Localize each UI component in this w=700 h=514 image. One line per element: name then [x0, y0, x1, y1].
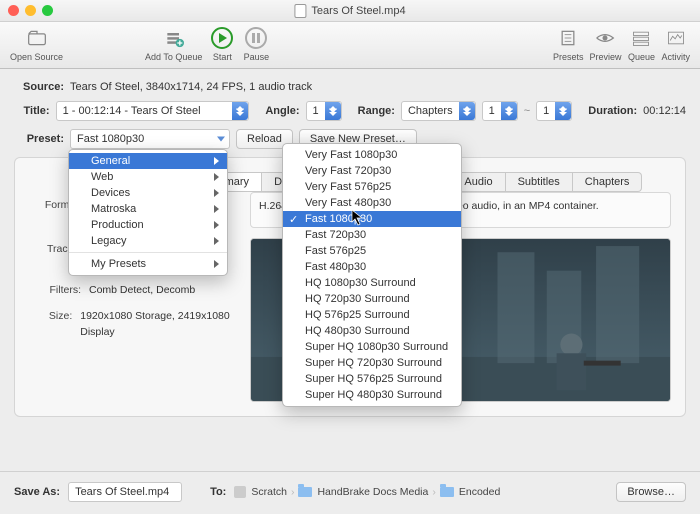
start-button[interactable]: Start — [208, 26, 236, 62]
range-mode-select[interactable]: Chapters — [401, 101, 476, 121]
folder-icon — [298, 487, 312, 497]
titlebar: Tears Of Steel.mp4 — [0, 0, 700, 22]
preset-category-item[interactable]: Devices — [69, 185, 227, 201]
preset-category-item[interactable]: Web — [69, 169, 227, 185]
document-icon — [294, 4, 306, 18]
preset-item[interactable]: Fast 1080p30 — [283, 211, 461, 227]
open-source-button[interactable]: Open Source — [10, 26, 63, 62]
pause-button[interactable]: Pause — [242, 26, 270, 62]
add-to-queue-button[interactable]: Add To Queue — [145, 26, 202, 62]
size-label: Size: — [33, 309, 72, 341]
minimize-window-button[interactable] — [25, 5, 36, 16]
toolbar: Open Source Add To Queue Start Pause Pre… — [0, 22, 700, 69]
preset-item[interactable]: HQ 720p30 Surround — [283, 291, 461, 307]
queue-button[interactable]: Queue — [627, 26, 655, 62]
preset-category-item[interactable]: General — [69, 153, 227, 169]
activity-button[interactable]: Activity — [661, 26, 690, 62]
presets-button[interactable]: Presets — [553, 26, 584, 62]
preset-item[interactable]: Super HQ 576p25 Surround — [283, 371, 461, 387]
source-label: Source: — [14, 81, 64, 93]
preset-item[interactable]: HQ 480p30 Surround — [283, 323, 461, 339]
destination-path[interactable]: Scratch › HandBrake Docs Media › Encoded — [234, 486, 500, 498]
preset-item[interactable]: HQ 1080p30 Surround — [283, 275, 461, 291]
filters-value: Comb Detect, Decomb — [89, 283, 195, 299]
angle-label: Angle: — [265, 105, 299, 117]
title-label: Title: — [14, 105, 50, 117]
preset-item[interactable]: Fast 576p25 — [283, 243, 461, 259]
tab-subtitles[interactable]: Subtitles — [506, 172, 573, 192]
range-to-select[interactable]: 1 — [536, 101, 572, 121]
preset-category-item[interactable]: Matroska — [69, 201, 227, 217]
preset-label: Preset: — [14, 133, 64, 145]
preset-item[interactable]: Fast 480p30 — [283, 259, 461, 275]
preset-category-menu[interactable]: GeneralWebDevicesMatroskaProductionLegac… — [68, 149, 228, 276]
range-label: Range: — [358, 105, 395, 117]
preset-item[interactable]: Super HQ 1080p30 Surround — [283, 339, 461, 355]
close-window-button[interactable] — [8, 5, 19, 16]
save-as-label: Save As: — [14, 486, 60, 498]
folder-icon — [440, 487, 454, 497]
title-select[interactable]: 1 - 00:12:14 - Tears Of Steel — [56, 101, 250, 121]
range-from-select[interactable]: 1 — [482, 101, 518, 121]
preset-my-presets[interactable]: My Presets — [69, 256, 227, 272]
duration-label: Duration: — [588, 105, 637, 117]
source-value: Tears Of Steel, 3840x1714, 24 FPS, 1 aud… — [70, 81, 312, 93]
preset-item[interactable]: Very Fast 480p30 — [283, 195, 461, 211]
preset-item[interactable]: Very Fast 576p25 — [283, 179, 461, 195]
preset-item[interactable]: Super HQ 720p30 Surround — [283, 355, 461, 371]
preset-item[interactable]: Very Fast 720p30 — [283, 163, 461, 179]
save-as-field[interactable]: Tears Of Steel.mp4 — [68, 482, 182, 502]
preset-select[interactable]: Fast 1080p30 — [70, 129, 230, 149]
preset-item[interactable]: HQ 576p25 Surround — [283, 307, 461, 323]
angle-select[interactable]: 1 — [306, 101, 342, 121]
filters-label: Filters: — [33, 283, 81, 299]
preset-category-item[interactable]: Production — [69, 217, 227, 233]
preview-button[interactable]: Preview — [589, 26, 621, 62]
preset-general-submenu[interactable]: Very Fast 1080p30Very Fast 720p30Very Fa… — [282, 143, 462, 407]
preset-item[interactable]: Super HQ 480p30 Surround — [283, 387, 461, 403]
size-value: 1920x1080 Storage, 2419x1080 Display — [80, 309, 233, 341]
window-title: Tears Of Steel.mp4 — [311, 5, 405, 17]
disk-icon — [234, 486, 246, 498]
browse-button[interactable]: Browse… — [616, 482, 686, 502]
zoom-window-button[interactable] — [42, 5, 53, 16]
preset-category-item[interactable]: Legacy — [69, 233, 227, 249]
to-label: To: — [210, 486, 226, 498]
preset-item[interactable]: Fast 720p30 — [283, 227, 461, 243]
preset-item[interactable]: Very Fast 1080p30 — [283, 147, 461, 163]
duration-value: 00:12:14 — [643, 105, 686, 117]
tab-chapters[interactable]: Chapters — [573, 172, 643, 192]
